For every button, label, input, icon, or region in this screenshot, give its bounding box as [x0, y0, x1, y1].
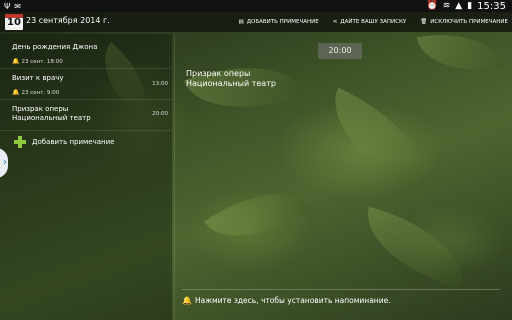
add-note-button[interactable]: Добавить примечание	[14, 136, 114, 148]
share-note-label: ДАЙТЕ ВАШУ ЗАПИСКУ	[340, 19, 407, 25]
detail-event-location: Национальный театр	[186, 79, 276, 88]
share-icon: ⋖	[332, 19, 338, 25]
action-buttons: ▤ ДОБАВИТЬ ПРИМЕЧАНИЕ ⋖ ДАЙТЕ ВАШУ ЗАПИС…	[239, 12, 508, 32]
list-item[interactable]: Визит к врачу 13:00 🔔 23 сент. 9:00	[0, 69, 172, 100]
list-item[interactable]: Призрак оперы Национальный театр 20:00	[0, 100, 172, 131]
event-title: Призрак оперы Национальный театр	[12, 105, 91, 122]
delete-note-button[interactable]: 🗑 ИСКЛЮЧИТЬ ПРИМЕЧАНИЕ	[420, 19, 508, 25]
status-bar: Ψ ✉ ⏰ ≋ ▲ ▮ 15:35	[0, 0, 512, 12]
mail-icon: ✉	[14, 1, 21, 11]
delete-note-label: ИСКЛЮЧИТЬ ПРИМЕЧАНИЕ	[430, 19, 508, 25]
bell-icon: 🔔	[12, 58, 20, 65]
add-note-action-label: ДОБАВИТЬ ПРИМЕЧАНИЕ	[246, 19, 319, 25]
detail-time: 20:00	[318, 43, 362, 59]
list-item[interactable]: День рождения Джона 🔔 23 сент. 18:00	[0, 38, 172, 69]
drawer-handle[interactable]: ›	[0, 148, 8, 178]
battery-icon: ▮	[467, 1, 473, 11]
detail-event-title: Призрак оперы	[186, 69, 251, 78]
event-subtitle: 23 сент. 18:00	[21, 58, 63, 65]
detail-title: Призрак оперы Национальный театр	[186, 69, 276, 89]
usb-icon: Ψ	[4, 1, 11, 11]
background-leaf	[312, 87, 448, 193]
chevron-right-icon: ›	[3, 157, 7, 168]
reminder-divider	[182, 289, 500, 290]
events-list: День рождения Джона 🔔 23 сент. 18:00 Виз…	[0, 34, 172, 320]
calendar-icon[interactable]: 10	[5, 14, 23, 30]
background-leaf	[204, 167, 311, 263]
add-note-label: Добавить примечание	[32, 138, 115, 146]
share-note-button[interactable]: ⋖ ДАЙТЕ ВАШУ ЗАПИСКУ	[333, 19, 407, 25]
wifi-icon: ≋	[442, 1, 451, 11]
background-leaf	[416, 23, 504, 82]
signal-icon: ▲	[455, 1, 463, 11]
note-add-icon: ▤	[238, 19, 244, 25]
alarm-icon: ⏰	[426, 1, 438, 11]
status-clock: 15:35	[477, 0, 506, 12]
event-time: 20:00	[152, 111, 168, 117]
set-reminder-button[interactable]: 🔔 Нажмите здесь, чтобы установить напоми…	[182, 296, 391, 305]
panel-divider	[174, 34, 175, 320]
status-notifications: Ψ ✉	[4, 0, 21, 12]
reminder-text: Нажмите здесь, чтобы установить напомина…	[194, 296, 391, 305]
status-icons: ⏰ ≋ ▲ ▮ 15:35	[427, 0, 506, 12]
trash-icon: 🗑	[420, 19, 428, 25]
add-note-action-button[interactable]: ▤ ДОБАВИТЬ ПРИМЕЧАНИЕ	[239, 19, 319, 25]
bell-icon: 🔔	[182, 296, 192, 305]
event-time: 13:00	[152, 81, 168, 87]
plus-icon	[14, 136, 26, 148]
event-subtitle: 23 сент. 9:00	[21, 89, 60, 96]
action-bar: 10 23 сентября 2014 г. ▤ ДОБАВИТЬ ПРИМЕЧ…	[0, 12, 512, 32]
event-title: Визит к врачу	[12, 74, 64, 82]
date-title[interactable]: 23 сентября 2014 г.	[26, 16, 110, 25]
bell-icon: 🔔	[12, 89, 20, 96]
background-leaf	[354, 206, 476, 289]
event-reminder: 🔔 23 сент. 18:00	[12, 58, 63, 65]
event-reminder: 🔔 23 сент. 9:00	[12, 89, 59, 96]
event-title: День рождения Джона	[12, 43, 98, 51]
